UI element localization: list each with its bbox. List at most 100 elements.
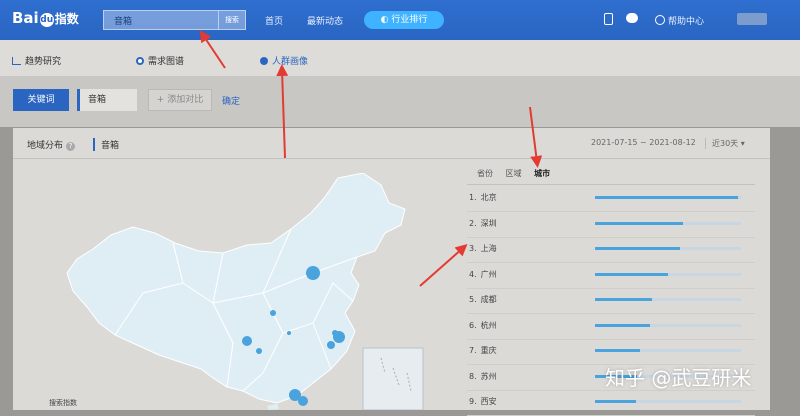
- china-map[interactable]: [63, 173, 438, 410]
- baidu-index-logo[interactable]: Bai du 指数: [12, 9, 79, 27]
- panel-header: 地域分布? 音箱 2021-07-15 ~ 2021-08-12 近30天 ▾: [13, 128, 770, 159]
- ranking-number: 6.: [469, 320, 477, 330]
- panel-title: 地域分布?: [27, 138, 76, 151]
- ranking-number: 2.: [469, 218, 477, 228]
- search-input[interactable]: [104, 11, 219, 29]
- ranking-city: 杭州: [480, 320, 497, 330]
- period-dropdown[interactable]: 近30天 ▾: [705, 138, 745, 149]
- ranking-row: 4. 广州: [467, 263, 755, 289]
- ranking-city: 北京: [480, 193, 497, 202]
- ranking-city-name: 7. 重庆: [469, 345, 497, 356]
- ranking-bar-track: [595, 221, 741, 225]
- logo-cn-text: 指数: [54, 12, 79, 26]
- ranking-bar-fill: [595, 196, 739, 199]
- south-sea-inset: [362, 347, 424, 410]
- person-icon: [260, 57, 268, 65]
- map-legend-label: 搜索指数: [49, 399, 77, 407]
- ranking-row: 6. 杭州: [467, 314, 755, 340]
- ranking-city: 成都: [480, 295, 497, 304]
- ranking-bar-track: [595, 298, 741, 301]
- help-icon: [655, 15, 665, 25]
- user-avatar[interactable]: [737, 13, 767, 25]
- ranking-row: 1. 北京: [467, 186, 755, 212]
- bubble-chengdu: [242, 336, 252, 346]
- keyword-tab[interactable]: 关键词: [13, 89, 69, 111]
- ranking-bar-track: [595, 272, 741, 276]
- ranking-bar-fill: [595, 400, 636, 403]
- ranking-city: 苏州: [480, 371, 497, 381]
- wechat-icon[interactable]: [626, 13, 638, 23]
- help-label: 帮助中心: [668, 17, 705, 27]
- search-button[interactable]: 搜索: [218, 11, 245, 29]
- tab-trend-label: 趋势研究: [25, 57, 62, 67]
- ranking-bar-fill: [595, 349, 641, 352]
- keyword-bar: 关键词 音箱 + 添加对比 确定: [0, 77, 800, 127]
- hainan-island: [267, 404, 279, 410]
- ranking-row: 9. 西安: [467, 390, 755, 416]
- ranking-number: 8.: [469, 371, 477, 381]
- ranking-city: 重庆: [480, 346, 497, 355]
- ranking-row: 5. 成都: [467, 288, 755, 314]
- help-question-icon[interactable]: ?: [66, 142, 76, 151]
- ranking-row: 3. 上海: [467, 237, 755, 263]
- ranking-bar-track: [595, 247, 741, 250]
- ranking-city-name: 3. 上海: [469, 243, 497, 254]
- tab-crowd-label: 人群画像: [272, 57, 309, 67]
- ranking-bar-fill: [595, 298, 652, 301]
- tab-trend-research[interactable]: 趋势研究: [12, 54, 61, 67]
- ranking-number: 3.: [469, 244, 477, 253]
- ranking-bar-fill: [595, 272, 668, 276]
- ranking-bar-track: [595, 196, 741, 199]
- ranking-bar-fill: [595, 247, 680, 250]
- rank-tab-province[interactable]: 省份: [477, 169, 493, 178]
- panel-title-text: 地域分布: [27, 141, 64, 151]
- mobile-icon[interactable]: [604, 13, 613, 25]
- rank-divider: [467, 184, 755, 185]
- ranking-bar-track: [595, 323, 741, 327]
- tab-demand-label: 需求图谱: [148, 57, 185, 67]
- rank-tabs: 省份 区域 城市: [477, 168, 560, 179]
- confirm-button[interactable]: 确定: [222, 94, 240, 107]
- trend-chart-icon: [12, 57, 21, 65]
- ranking-bar-fill: [595, 221, 683, 225]
- ranking-bar-fill: [595, 323, 651, 327]
- tab-crowd-portrait[interactable]: 人群画像: [260, 54, 308, 67]
- ranking-row: 2. 深圳: [467, 212, 755, 238]
- ranking-bar-track: [595, 400, 741, 403]
- bubble-chongqing: [256, 348, 262, 354]
- ranking-city: 上海: [480, 244, 497, 253]
- rank-tab-region[interactable]: 区域: [506, 169, 522, 178]
- nav-latest-news[interactable]: 最新动态: [307, 14, 343, 27]
- ranking-icon: ◐: [380, 15, 392, 25]
- industry-ranking-button[interactable]: ◐ 行业排行: [364, 11, 444, 29]
- rank-tab-city[interactable]: 城市: [534, 169, 550, 178]
- search-box: 搜索: [103, 10, 246, 30]
- ranking-bar-track: [595, 349, 741, 352]
- tab-demand-map[interactable]: 需求图谱: [136, 54, 184, 67]
- add-compare-button[interactable]: + 添加对比: [148, 89, 212, 111]
- ranking-number: 7.: [469, 346, 477, 355]
- ranking-city: 西安: [480, 397, 497, 406]
- ranking-city: 广州: [480, 269, 497, 279]
- keyword-field[interactable]: 音箱: [77, 89, 137, 111]
- ranking-number: 9.: [469, 397, 477, 406]
- ranking-number: 1.: [469, 193, 477, 202]
- ranking-city-name: 2. 深圳: [469, 218, 497, 229]
- help-center-link[interactable]: 帮助中心: [655, 14, 704, 27]
- ranking-number: 4.: [469, 269, 477, 279]
- ranking-city-name: 1. 北京: [469, 192, 497, 203]
- logo-text: Bai: [12, 9, 39, 27]
- ranking-city: 深圳: [480, 218, 497, 228]
- bubble-suzhou: [332, 330, 338, 336]
- ranking-city-name: 9. 西安: [469, 396, 497, 407]
- radar-icon: [136, 57, 144, 65]
- ranking-city-name: 5. 成都: [469, 294, 497, 305]
- china-map-shape: [66, 173, 406, 404]
- date-range: 2021-07-15 ~ 2021-08-12: [591, 138, 696, 147]
- bubble-hangzhou: [327, 341, 335, 349]
- ranking-button-label: 行业排行: [391, 15, 428, 25]
- ranking-city-name: 6. 杭州: [469, 320, 497, 331]
- bubble-xian: [270, 310, 276, 316]
- nav-home[interactable]: 首页: [265, 14, 283, 27]
- bubble-wuhan: [287, 331, 291, 335]
